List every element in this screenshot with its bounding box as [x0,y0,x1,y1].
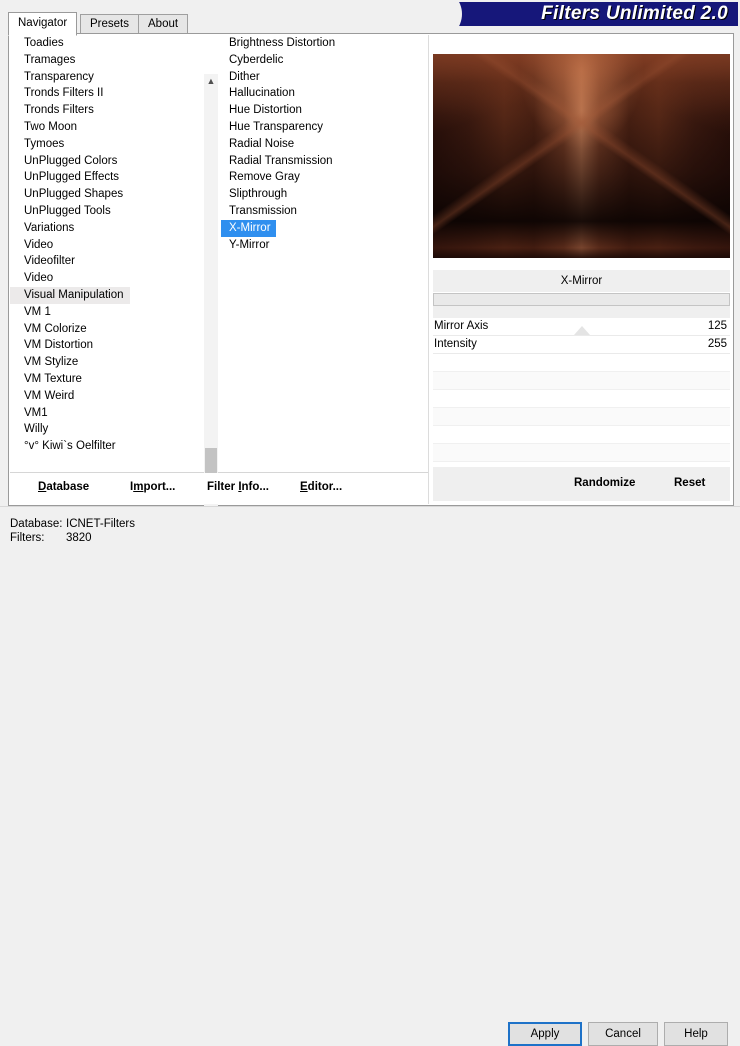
param-value[interactable]: 255 [708,336,727,353]
param-row-empty [433,390,730,408]
list-item[interactable]: UnPlugged Shapes [10,188,123,200]
list-item[interactable]: Willy [10,423,48,435]
accel-key: E [300,481,308,493]
list-item[interactable]: °v° Kiwi`s Oelfilter [10,440,116,452]
parameters-panel: X-Mirror Mirror Axis 125 Intensity 255 [433,270,730,480]
accel-key: m [133,481,144,493]
list-item[interactable]: Tramages [10,54,75,66]
list-item[interactable]: Tronds Filters II [10,87,103,99]
param-value[interactable]: 125 [708,318,727,335]
status-database-value: ICNET-Filters [66,518,135,530]
list-item[interactable]: VM Weird [10,390,74,402]
help-button[interactable]: Help [664,1022,728,1046]
status-filters-value: 3820 [66,532,92,544]
status-filters-label: Filters: [10,532,45,544]
list-item[interactable]: Brightness Distortion [221,37,335,49]
list-item[interactable]: Radial Noise [221,138,294,150]
param-label: Mirror Axis [434,320,489,332]
status-database-label: Database: [10,518,63,530]
slider-marker-icon [573,326,590,335]
list-item[interactable]: Videofilter [10,255,75,267]
param-row-intensity[interactable]: Intensity 255 [433,336,730,354]
param-row-empty [433,408,730,426]
command-bar: Database Import... Filter Info... Editor… [10,473,428,504]
param-row-empty [433,372,730,390]
list-item-selected-filter[interactable]: X-Mirror [221,219,276,237]
list-item[interactable]: Transparency [10,71,94,83]
cancel-button[interactable]: Cancel [588,1022,658,1046]
list-item[interactable]: UnPlugged Tools [10,205,111,217]
list-item[interactable]: Transmission [221,205,297,217]
list-item[interactable]: Video [10,272,53,284]
category-listbox[interactable]: Toadies Tramages Transparency Tronds Fil… [10,35,211,471]
filters-unlimited-window: Filters Unlimited 2.0 Navigator Presets … [0,0,740,1046]
list-item[interactable]: Radial Transmission [221,155,333,167]
preview-and-params-column: X-Mirror Mirror Axis 125 Intensity 255 R… [429,35,732,504]
list-item[interactable]: VM1 [10,407,48,419]
param-button-bar: Randomize Reset [433,467,730,501]
list-item-selected-category[interactable]: Visual Manipulation [10,286,130,304]
param-row-empty [433,426,730,444]
list-item[interactable]: VM Texture [10,373,82,385]
apply-button[interactable]: Apply [508,1022,582,1046]
app-title-banner: Filters Unlimited 2.0 [424,2,738,26]
parameters-spacer [433,306,730,318]
filter-preview-image[interactable] [433,54,730,258]
list-item[interactable]: Slipthrough [221,188,287,200]
list-item[interactable]: Two Moon [10,121,77,133]
list-item[interactable]: UnPlugged Colors [10,155,117,167]
parameters-progress-bar[interactable] [433,293,730,306]
list-item[interactable]: Tymoes [10,138,64,150]
editor-button[interactable]: Editor... [300,481,342,493]
list-item[interactable]: VM Distortion [10,339,93,351]
param-label: Intensity [434,338,477,350]
list-item[interactable]: Video [10,239,53,251]
list-item[interactable]: VM Stylize [10,356,78,368]
app-title-text: Filters Unlimited 2.0 [541,3,728,24]
param-row-mirror-axis[interactable]: Mirror Axis 125 [433,318,730,336]
param-row-empty [433,444,730,462]
list-item[interactable]: Hue Transparency [221,121,323,133]
list-item[interactable]: Cyberdelic [221,54,283,66]
list-item[interactable]: Toadies [10,37,64,49]
param-row-empty [433,354,730,372]
reset-button[interactable]: Reset [674,477,705,489]
list-item[interactable]: Remove Gray [221,171,300,183]
import-button[interactable]: Import... [130,481,175,493]
list-item[interactable]: Tronds Filters [10,104,94,116]
main-panel: Toadies Tramages Transparency Tronds Fil… [8,33,734,506]
tab-navigator[interactable]: Navigator [8,12,78,36]
filter-info-button[interactable]: Filter Info... [207,481,269,493]
scroll-up-icon[interactable]: ▲ [204,74,218,90]
list-item[interactable]: Y-Mirror [221,239,269,251]
list-item[interactable]: Hallucination [221,87,295,99]
tab-presets[interactable]: Presets [80,14,139,34]
filter-listbox[interactable]: Brightness Distortion Cyberdelic Dither … [221,35,417,471]
category-list-scrollbar[interactable]: ▲ ▼ [204,74,218,506]
parameters-title: X-Mirror [433,270,730,292]
status-bar: Database: ICNET-Filters Filters: 3820 Ap… [0,506,740,1046]
list-item[interactable]: Hue Distortion [221,104,302,116]
list-item[interactable]: Variations [10,222,74,234]
list-item[interactable]: Dither [221,71,260,83]
randomize-button[interactable]: Randomize [574,477,635,489]
list-item[interactable]: UnPlugged Effects [10,171,119,183]
database-button[interactable]: Database [38,481,89,493]
list-item[interactable]: VM 1 [10,306,51,318]
tab-about[interactable]: About [138,14,189,34]
list-item[interactable]: VM Colorize [10,323,87,335]
